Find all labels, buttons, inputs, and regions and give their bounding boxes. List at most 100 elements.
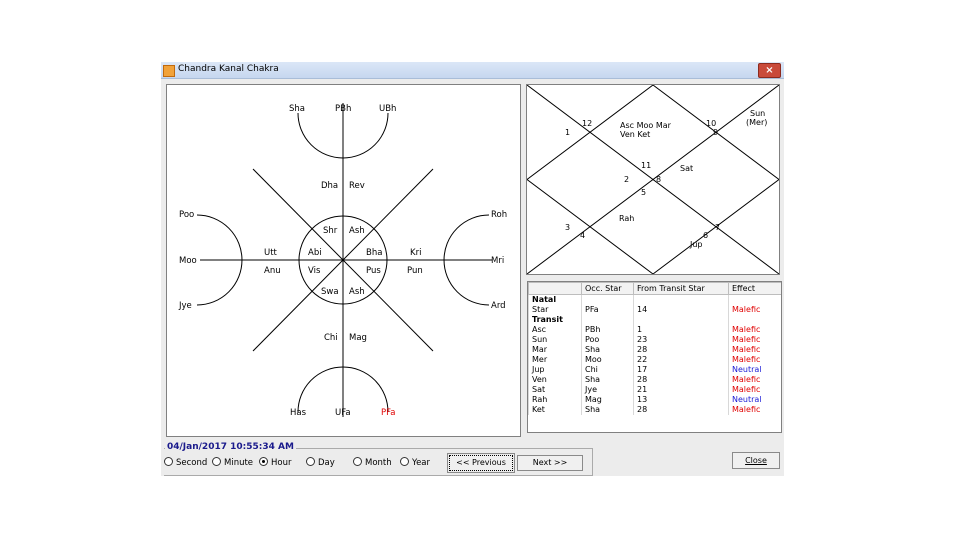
table-row[interactable]: Mar Sha 28 Malefic bbox=[528, 345, 781, 355]
cell-occ-star: PFa bbox=[581, 305, 634, 315]
radio-minute[interactable]: Minute bbox=[212, 457, 253, 468]
planets-house-9-line2: (Mer) bbox=[746, 118, 767, 127]
radio-dot-icon[interactable] bbox=[306, 457, 315, 466]
cell-effect: Malefic bbox=[728, 345, 781, 355]
table-row[interactable]: Jup Chi 17 Neutral bbox=[528, 365, 781, 375]
star-right-bottom: Ard bbox=[491, 301, 506, 311]
table-row[interactable]: Star PFa 14 Malefic bbox=[528, 305, 781, 315]
cell-planet: Ket bbox=[528, 405, 582, 415]
house-8-number: 8 bbox=[656, 175, 661, 184]
star-circle-top-right: Ash bbox=[349, 226, 365, 236]
star-top-left: Sha bbox=[289, 104, 305, 114]
radio-hour[interactable]: Hour bbox=[259, 457, 291, 468]
table-row[interactable]: Ket Sha 28 Malefic bbox=[528, 405, 781, 415]
cell-effect: Neutral bbox=[728, 365, 781, 375]
cell-planet: Asc bbox=[528, 325, 582, 335]
table-section-row: Natal bbox=[528, 294, 781, 305]
star-circle-upper-left: Abi bbox=[308, 248, 322, 258]
cell-effect: Malefic bbox=[728, 405, 781, 415]
chandra-kanal-chakra-diagram: Sha PBh UBh Has UFa PFa Poo Moo Jye Roh … bbox=[178, 103, 507, 418]
planets-house-4: Rah bbox=[619, 214, 634, 223]
cell-effect: Malefic bbox=[728, 375, 781, 385]
cell-planet: Rah bbox=[528, 395, 582, 405]
radio-year[interactable]: Year bbox=[400, 457, 430, 468]
radio-dot-icon[interactable] bbox=[212, 457, 221, 466]
radio-month[interactable]: Month bbox=[353, 457, 392, 468]
radio-dot-icon[interactable] bbox=[259, 457, 268, 466]
cell-effect: Malefic bbox=[728, 335, 781, 345]
radio-dot-icon[interactable] bbox=[164, 457, 173, 466]
col-header-name[interactable] bbox=[528, 282, 582, 295]
star-mid-left-upper: Utt bbox=[264, 248, 278, 258]
star-bottom-center: UFa bbox=[335, 408, 351, 418]
cell-occ-star: Moo bbox=[581, 355, 634, 365]
col-header-from-transit-star[interactable]: From Transit Star bbox=[633, 282, 729, 295]
house-11-number: 11 bbox=[641, 161, 651, 170]
star-circle-top-left: Shr bbox=[323, 226, 338, 236]
table-row[interactable]: Sun Poo 23 Malefic bbox=[528, 335, 781, 345]
cell-from-transit: 28 bbox=[633, 375, 729, 385]
star-right-mid: Mri bbox=[491, 256, 504, 266]
radio-label: Month bbox=[365, 458, 392, 468]
star-mid-left-lower: Anu bbox=[264, 266, 281, 276]
house-9-number: 9 bbox=[713, 128, 718, 137]
window-close-button[interactable]: × bbox=[758, 63, 781, 78]
house-6-number: 6 bbox=[703, 231, 708, 240]
planets-house-6: Jup bbox=[689, 240, 703, 249]
cell-from-transit: 23 bbox=[633, 335, 729, 345]
radio-dot-icon[interactable] bbox=[400, 457, 409, 466]
radio-day[interactable]: Day bbox=[306, 457, 335, 468]
radio-label: Day bbox=[318, 458, 335, 468]
cell-occ-star: Jye bbox=[581, 385, 634, 395]
star-bottom-left: Has bbox=[290, 408, 307, 418]
star-left-mid: Moo bbox=[179, 256, 197, 266]
table-row[interactable]: Ven Sha 28 Malefic bbox=[528, 375, 781, 385]
house-1-number: 1 bbox=[565, 128, 570, 137]
house-4-number: 4 bbox=[580, 231, 585, 240]
star-mid-right-lower: Pun bbox=[407, 266, 423, 276]
table-header-row: Occ. Star From Transit Star Effect bbox=[528, 282, 781, 295]
section-label: Transit bbox=[528, 315, 582, 325]
next-button[interactable]: Next >> bbox=[517, 455, 583, 471]
previous-button[interactable]: << Previous bbox=[447, 453, 515, 473]
star-top-right: UBh bbox=[379, 104, 396, 114]
transit-effect-table: Occ. Star From Transit Star Effect Natal… bbox=[527, 281, 782, 433]
table-row[interactable]: Rah Mag 13 Neutral bbox=[528, 395, 781, 405]
current-datetime: 04/Jan/2017 10:55:34 AM bbox=[165, 442, 296, 452]
cell-planet: Mar bbox=[528, 345, 582, 355]
star-circle-lower-right: Pus bbox=[366, 266, 381, 276]
col-header-occ-star[interactable]: Occ. Star bbox=[581, 282, 634, 295]
planets-house-9-line1: Sun bbox=[750, 109, 765, 118]
house-7-number: 7 bbox=[715, 223, 720, 232]
star-circle-upper-right: Bha bbox=[366, 248, 382, 258]
window-title: Chandra Kanal Chakra bbox=[178, 64, 279, 74]
house-3-number: 3 bbox=[565, 223, 570, 232]
star-mid-right-upper: Kri bbox=[410, 248, 421, 258]
planets-house-8: Sat bbox=[680, 164, 693, 173]
table-section-row: Transit bbox=[528, 315, 781, 325]
cell-occ-star: Chi bbox=[581, 365, 634, 375]
star-left-top: Poo bbox=[179, 210, 194, 220]
cell-from-transit: 17 bbox=[633, 365, 729, 375]
table-row[interactable]: Mer Moo 22 Malefic bbox=[528, 355, 781, 365]
cell-effect: Malefic bbox=[728, 355, 781, 365]
cell-from-transit: 22 bbox=[633, 355, 729, 365]
cell-from-transit: 28 bbox=[633, 345, 729, 355]
table-row[interactable]: Asc PBh 1 Malefic bbox=[528, 325, 781, 335]
radio-label: Second bbox=[176, 458, 208, 468]
table-row[interactable]: Sat Jye 21 Malefic bbox=[528, 385, 781, 395]
app-icon bbox=[163, 65, 175, 77]
cell-planet: Star bbox=[528, 305, 582, 315]
star-left-bottom: Jye bbox=[178, 301, 192, 311]
col-header-effect[interactable]: Effect bbox=[728, 282, 781, 295]
radio-label: Hour bbox=[271, 458, 292, 468]
radio-dot-icon[interactable] bbox=[353, 457, 362, 466]
close-button[interactable]: Close bbox=[732, 452, 780, 469]
cell-planet: Sun bbox=[528, 335, 582, 345]
cell-effect: Malefic bbox=[728, 325, 781, 335]
radio-second[interactable]: Second bbox=[164, 457, 207, 468]
star-upper-right: Rev bbox=[349, 181, 365, 191]
star-bottom-right: PFa bbox=[381, 408, 395, 418]
cell-occ-star: PBh bbox=[581, 325, 634, 335]
cell-from-transit: 28 bbox=[633, 405, 729, 415]
